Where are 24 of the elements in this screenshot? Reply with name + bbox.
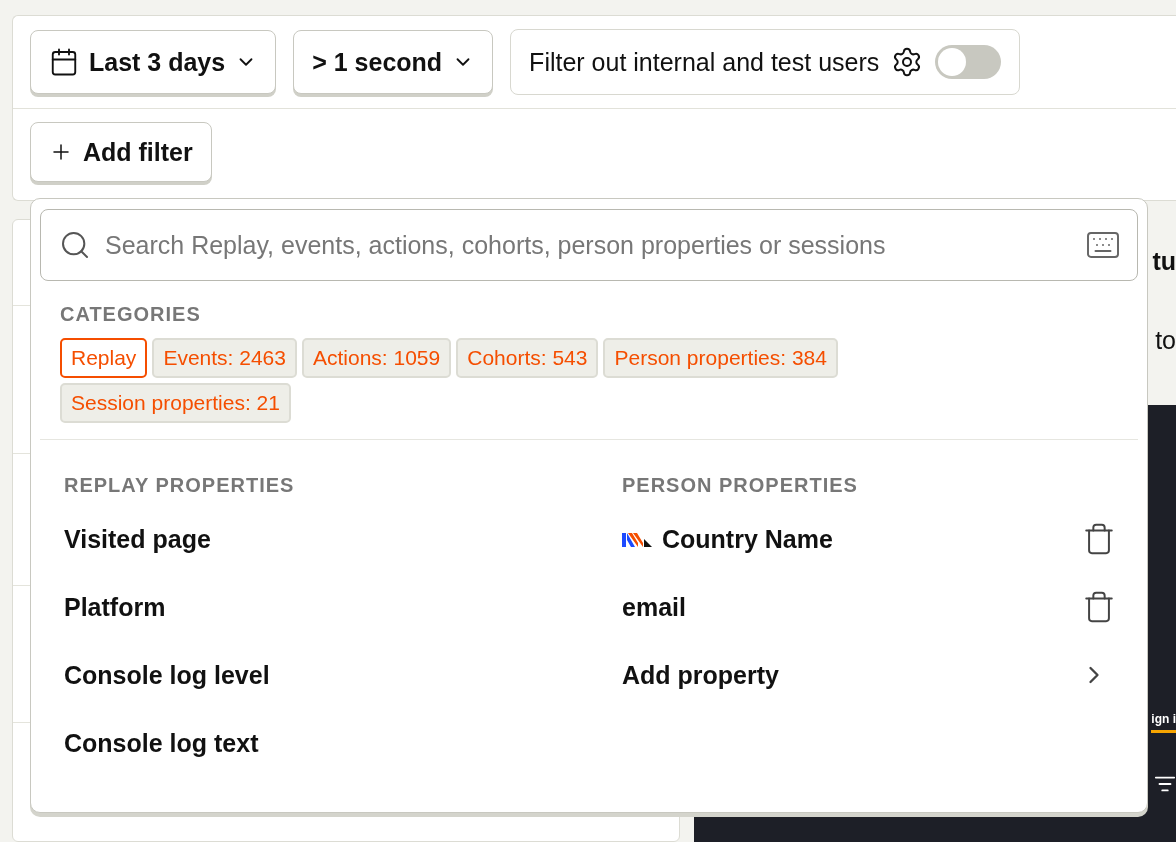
- category-chip[interactable]: Replay: [60, 338, 148, 378]
- property-item[interactable]: Console log text: [64, 709, 622, 777]
- body-text: to: [1155, 326, 1176, 355]
- date-range-button[interactable]: Last 3 days: [30, 30, 277, 94]
- property-item[interactable]: Add property: [622, 641, 1116, 709]
- search-icon: [59, 229, 91, 261]
- toggle-switch[interactable]: [935, 45, 1002, 79]
- search-box[interactable]: Search Replay, events, actions, cohorts, person properties or sessions: [40, 209, 1138, 281]
- duration-button[interactable]: > 1 second: [293, 30, 494, 94]
- property-item[interactable]: Visited page: [64, 505, 622, 573]
- tab-label[interactable]: ign i: [1151, 710, 1176, 733]
- property-item[interactable]: Platform: [64, 573, 622, 641]
- section-title: REPLAY PROPERTIES: [64, 474, 296, 497]
- trash-icon[interactable]: [1082, 590, 1116, 624]
- section-title: PERSON PROPERTIES: [622, 474, 859, 497]
- add-filter-button[interactable]: Add filter: [30, 122, 212, 182]
- heading-text: tu: [1152, 247, 1176, 276]
- trash-icon[interactable]: [1082, 522, 1116, 556]
- calendar-icon: [49, 47, 79, 77]
- property-item[interactable]: email: [622, 573, 1116, 641]
- section-title: CATEGORIES: [60, 303, 202, 326]
- filter-label: Filter out internal and test users: [529, 47, 880, 77]
- property-item[interactable]: Country Name: [622, 505, 1116, 573]
- property-item[interactable]: Console log level: [64, 641, 622, 709]
